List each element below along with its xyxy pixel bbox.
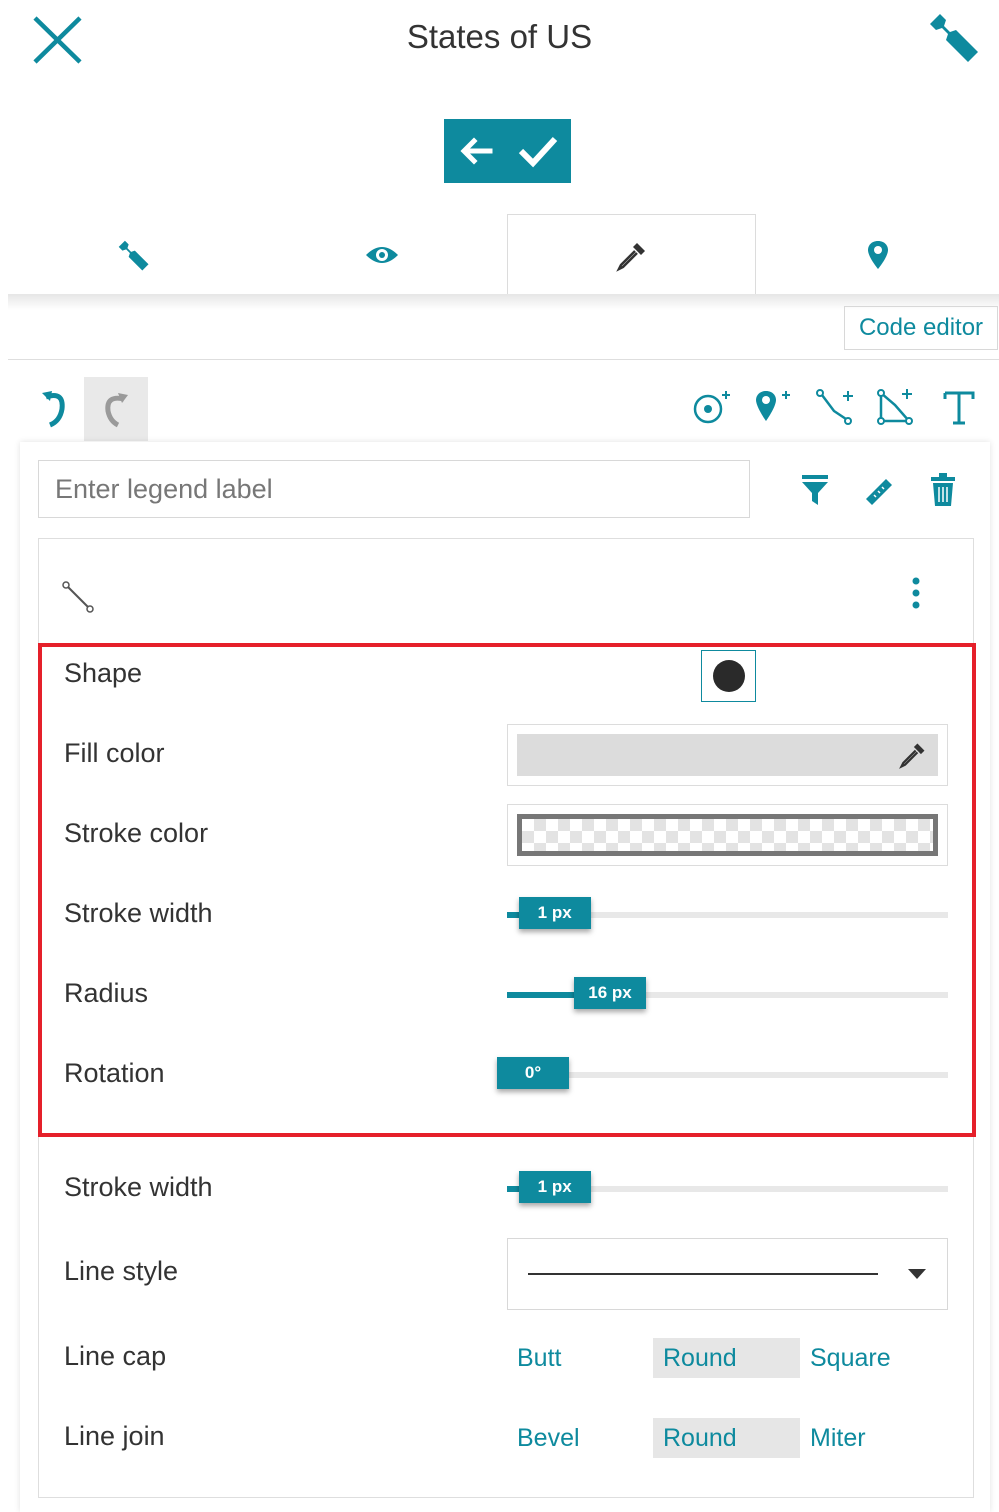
slider-handle[interactable]: 0°	[497, 1057, 569, 1089]
back-button[interactable]	[444, 119, 507, 183]
eyedropper-icon	[899, 743, 925, 769]
filter-icon	[802, 475, 828, 505]
shape-picker[interactable]	[701, 650, 756, 702]
line-icon	[58, 577, 98, 617]
solid-line-preview	[528, 1273, 878, 1275]
add-point-button[interactable]	[690, 385, 734, 429]
add-line-icon	[816, 389, 853, 425]
measure-button[interactable]	[857, 466, 901, 514]
confirm-button[interactable]	[507, 119, 570, 183]
code-editor-button[interactable]: Code editor	[844, 306, 998, 350]
page-title: States of US	[406, 18, 593, 55]
settings-button[interactable]	[924, 8, 982, 66]
divider	[8, 359, 999, 360]
line-style-select[interactable]	[507, 1238, 948, 1310]
fill-color-picker[interactable]	[507, 724, 948, 786]
check-icon	[518, 136, 558, 168]
add-text-icon	[943, 391, 975, 425]
line-join-miter[interactable]: Miter	[800, 1418, 940, 1458]
line-cap-round[interactable]: Round	[653, 1338, 800, 1378]
add-polygon-icon	[877, 389, 913, 425]
slider-handle[interactable]: 1 px	[518, 897, 591, 929]
wrench-icon	[930, 14, 978, 62]
add-marker-icon	[756, 391, 790, 421]
trash-icon	[931, 473, 955, 506]
stroke-width-label: Stroke width	[64, 898, 213, 928]
redo-icon	[105, 393, 128, 428]
line-join-round[interactable]: Round	[653, 1418, 800, 1458]
tab-settings[interactable]	[8, 214, 257, 296]
line-cap-label: Line cap	[64, 1341, 167, 1371]
fill-color-swatch	[517, 734, 938, 776]
stroke-width-slider[interactable]: 1 px	[507, 897, 948, 933]
more-options-button[interactable]	[900, 574, 932, 614]
stroke-color-picker[interactable]	[507, 804, 948, 866]
stroke-color-swatch	[517, 814, 938, 856]
eye-icon	[366, 247, 398, 263]
line-join-bevel[interactable]: Bevel	[507, 1418, 632, 1458]
tab-location[interactable]	[756, 214, 999, 296]
line-stroke-width-label: Stroke width	[64, 1172, 213, 1202]
undo-button[interactable]	[38, 383, 78, 433]
undo-icon	[42, 391, 65, 428]
caret-down-icon	[908, 1269, 926, 1279]
legend-label-input[interactable]	[38, 460, 750, 518]
slider-handle[interactable]: 1 px	[518, 1171, 591, 1203]
add-polygon-button[interactable]	[875, 385, 919, 429]
shape-label: Shape	[64, 658, 143, 688]
eyedropper-icon	[615, 242, 645, 272]
redo-button[interactable]	[84, 377, 148, 441]
delete-button[interactable]	[921, 466, 965, 514]
line-style-label: Line style	[64, 1256, 179, 1286]
add-text-button[interactable]	[937, 385, 981, 429]
add-marker-button[interactable]	[750, 385, 794, 429]
line-stroke-width-slider[interactable]: 1 px	[507, 1171, 948, 1207]
map-pin-icon	[867, 241, 888, 269]
add-line-button[interactable]	[814, 385, 858, 429]
more-vertical-icon	[912, 577, 920, 609]
rotation-label: Rotation	[64, 1058, 165, 1088]
tab-visibility[interactable]	[257, 214, 507, 296]
add-point-icon	[693, 391, 730, 424]
apply-actions	[444, 119, 571, 183]
circle-shape-icon	[712, 660, 745, 692]
line-join-label: Line join	[64, 1421, 165, 1451]
ruler-icon	[866, 479, 892, 505]
radius-label: Radius	[64, 978, 149, 1008]
tab-bar	[8, 214, 999, 296]
line-cap-butt[interactable]: Butt	[507, 1338, 632, 1378]
slider-handle[interactable]: 16 px	[574, 977, 647, 1009]
filter-button[interactable]	[793, 466, 837, 514]
fill-color-label: Fill color	[64, 738, 165, 768]
arrow-left-icon	[460, 137, 493, 165]
line-cap-square[interactable]: Square	[800, 1338, 940, 1378]
wrench-icon	[118, 240, 149, 271]
slider-track	[507, 1072, 948, 1078]
radius-slider[interactable]: 16 px	[507, 977, 948, 1013]
stroke-color-label: Stroke color	[64, 818, 209, 848]
tab-style[interactable]	[507, 214, 756, 296]
rotation-slider[interactable]: 0°	[497, 1057, 948, 1093]
